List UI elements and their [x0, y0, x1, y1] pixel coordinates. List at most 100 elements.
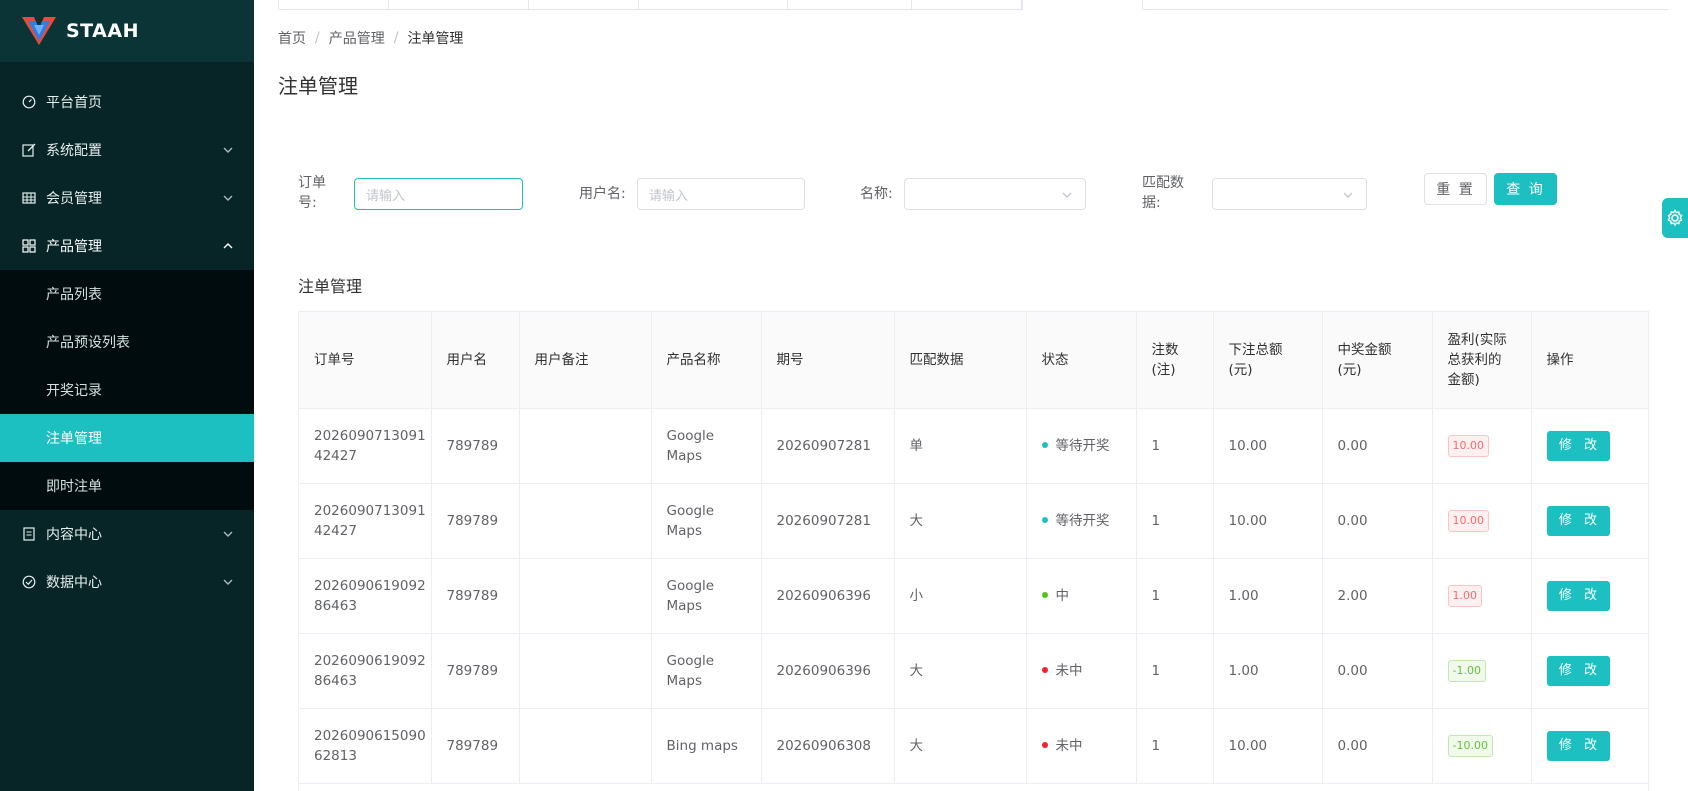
edit-button[interactable]: 修 改: [1546, 430, 1610, 461]
cell-text: 86463: [314, 597, 357, 614]
cell-text: Google: [666, 652, 715, 669]
sidebar-menu: 平台首页 系统配置 会员管理 产品管理 产品列表 产品预设列表 开奖记录 注单管…: [0, 62, 254, 606]
column-header-text: 盈利(实际: [1447, 331, 1507, 348]
cell-text: 20260907281: [776, 437, 871, 454]
cell-text: 20260906308: [776, 737, 871, 754]
sidebar-subitem-live-bets[interactable]: 即时注单: [0, 462, 254, 510]
column-header: 期号: [761, 312, 895, 409]
tab-placeholder[interactable]: [279, 0, 389, 9]
reset-button[interactable]: 重 置: [1424, 173, 1487, 205]
cell-text: Maps: [666, 522, 703, 539]
sidebar-subitem-draw-records[interactable]: 开奖记录: [0, 366, 254, 414]
edit-button[interactable]: 修 改: [1546, 655, 1610, 686]
sidebar-subitem-product-list[interactable]: 产品列表: [0, 270, 254, 318]
column-header-text: (元): [1337, 361, 1362, 378]
cell-win-amount: 0.00: [1322, 708, 1433, 784]
tab-placeholder[interactable]: [912, 0, 1023, 9]
cell-bet-total: 10.00: [1213, 483, 1323, 559]
cell-bet-count: 1: [1136, 708, 1214, 784]
column-header: 用户名: [431, 312, 520, 409]
cell-profit: 1.00: [1432, 558, 1532, 634]
sidebar-item-dashboard[interactable]: 平台首页: [0, 78, 254, 126]
sidebar-subitem-product-presets[interactable]: 产品预设列表: [0, 318, 254, 366]
tab-placeholder[interactable]: [389, 0, 529, 9]
cell-order-number: 2026090619092 86463: [299, 558, 432, 634]
cell-order-number: 2026090615090 62813: [299, 708, 432, 784]
dashboard-icon: [22, 95, 36, 109]
cell-text: 大: [909, 662, 924, 679]
sidebar-item-content[interactable]: 内容中心: [0, 510, 254, 558]
table-row: 2026090619092 86463 789789 Google Maps 202609…: [299, 633, 1648, 709]
cell-username: 789789: [431, 483, 520, 559]
column-header-text: 匹配数据: [909, 351, 964, 368]
sidebar-item-system-config[interactable]: 系统配置: [0, 126, 254, 174]
cell-bet-count: 1: [1136, 408, 1214, 484]
settings-tab[interactable]: [1662, 198, 1688, 238]
table-row: 2026090615090 62813 789789 Bing maps 2026090…: [299, 708, 1648, 784]
cell-text: 等待开奖: [1055, 437, 1110, 454]
status-dot-icon: [1041, 741, 1048, 748]
query-button[interactable]: 查 询: [1494, 173, 1557, 205]
cell-profit: -1.00: [1432, 633, 1532, 709]
cell-win-amount: 0.00: [1322, 633, 1433, 709]
cell-text: 789789: [446, 662, 499, 679]
cell-order-number: 2026090713091 42427: [299, 408, 432, 484]
cell-bet-count: 1: [1136, 633, 1214, 709]
cell-text: 1.00: [1228, 587, 1259, 604]
cell-status: 未中: [1026, 633, 1137, 709]
column-header: 匹配数据: [894, 312, 1027, 409]
product-name-select[interactable]: [904, 178, 1086, 210]
edit-button[interactable]: 修 改: [1546, 580, 1610, 611]
product-name-label: 名称:: [860, 186, 893, 202]
sidebar-item-data[interactable]: 数据中心: [0, 558, 254, 606]
cell-win-amount: 2.00: [1322, 558, 1433, 634]
cell-product-name: Bing maps: [651, 708, 762, 784]
cell-text: 20260907281: [776, 512, 871, 529]
tab-placeholder[interactable]: [529, 0, 639, 9]
breadcrumb-level1[interactable]: 产品管理: [329, 28, 385, 48]
cell-profit: -10.00: [1432, 708, 1532, 784]
cell-match-data: 大: [894, 483, 1027, 559]
cell-text: Bing maps: [666, 737, 738, 754]
username-input[interactable]: 请输入: [637, 178, 805, 210]
column-header: 产品名称: [651, 312, 762, 409]
cell-product-name: Google Maps: [651, 408, 762, 484]
profit-tag: 10.00: [1447, 434, 1489, 457]
breadcrumb: 首页 / 产品管理 / 注单管理: [278, 28, 463, 48]
profit-tag: -10.00: [1447, 734, 1493, 757]
column-header-text: 用户备注: [534, 351, 589, 368]
cell-text: 0.00: [1337, 512, 1368, 529]
tab-placeholder[interactable]: [639, 0, 789, 9]
column-header-text: 订单号: [314, 351, 355, 368]
edit-button[interactable]: 修 改: [1546, 730, 1610, 761]
sidebar-item-members[interactable]: 会员管理: [0, 174, 254, 222]
chevron-down-icon: [223, 195, 233, 201]
breadcrumb-home[interactable]: 首页: [278, 28, 306, 48]
chevron-down-icon: [223, 531, 233, 537]
cell-period: 20260906308: [761, 708, 895, 784]
cell-text: Google: [666, 502, 715, 519]
cell-text: 1.00: [1228, 662, 1259, 679]
cell-text: 1: [1151, 737, 1161, 754]
tab-placeholder[interactable]: [788, 0, 913, 9]
cell-text: 42427: [314, 522, 357, 539]
sidebar-item-products[interactable]: 产品管理: [0, 222, 254, 270]
cell-text: 20260906396: [776, 662, 871, 679]
gear-icon: [1667, 209, 1683, 227]
chevron-down-icon: [1062, 192, 1072, 198]
document-icon: [22, 527, 36, 541]
match-data-label: 匹配数 据:: [1142, 173, 1184, 213]
cell-text: 1: [1151, 512, 1161, 529]
cell-period: 20260907281: [761, 483, 895, 559]
cell-text: 2.00: [1337, 587, 1368, 604]
column-header: 状态: [1026, 312, 1137, 409]
logo-icon: [22, 17, 56, 45]
column-header: 操作: [1531, 312, 1648, 409]
sidebar-item-label: 会员管理: [46, 191, 102, 207]
cell-username: 789789: [431, 633, 520, 709]
order-number-input[interactable]: 请输入: [354, 178, 523, 210]
column-header-text: 期号: [776, 351, 804, 368]
match-data-select[interactable]: [1212, 178, 1367, 210]
sidebar-subitem-bet-management[interactable]: 注单管理: [0, 414, 254, 462]
edit-button[interactable]: 修 改: [1546, 505, 1610, 536]
